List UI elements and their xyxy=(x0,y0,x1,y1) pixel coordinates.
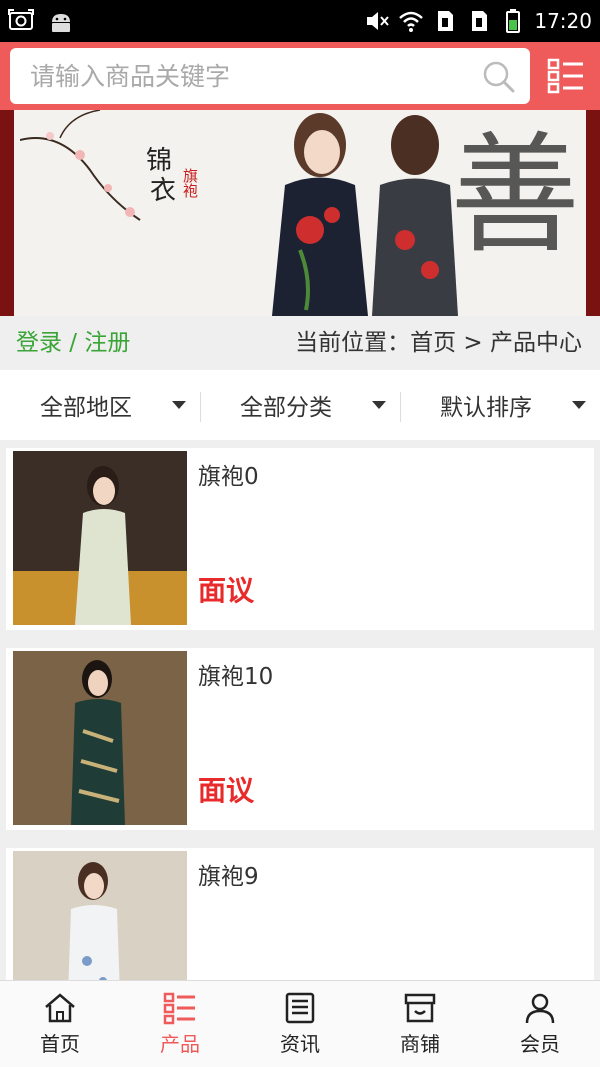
nav-shop[interactable]: 商铺 xyxy=(360,981,480,1067)
news-icon xyxy=(285,992,315,1024)
product-name: 旗袍10 xyxy=(198,664,274,690)
banner-title-2: 衣 xyxy=(150,176,177,206)
banner-red-text: 旗袍 xyxy=(181,168,199,198)
status-bar: 17:20 xyxy=(0,0,600,42)
chevron-down-icon xyxy=(572,401,586,409)
product-card[interactable]: 旗袍0 面议 xyxy=(6,448,594,630)
product-image xyxy=(13,451,187,625)
status-right: 17:20 xyxy=(364,8,592,34)
status-left xyxy=(8,8,74,34)
mute-icon xyxy=(367,12,390,30)
nav-products-label: 产品 xyxy=(160,1032,200,1056)
product-image xyxy=(13,651,187,825)
nav-home-label: 首页 xyxy=(40,1032,80,1056)
filter-region-label: 全部地区 xyxy=(40,395,132,421)
home-icon xyxy=(45,993,75,1023)
product-name: 旗袍9 xyxy=(198,864,259,890)
location-bar: 登录 / 注册 当前位置：首页 > 产品中心 xyxy=(0,316,600,370)
bottom-nav: 首页 产品 资讯 商铺 会员 xyxy=(0,980,600,1067)
nav-news-label: 资讯 xyxy=(280,1032,320,1056)
wifi-icon xyxy=(399,11,424,32)
filter-category-label: 全部分类 xyxy=(240,395,332,421)
banner-model-photo xyxy=(272,113,458,316)
banner-calligraphy: 善 xyxy=(449,119,580,271)
search-icon[interactable] xyxy=(482,60,516,94)
nav-member-label: 会员 xyxy=(520,1032,560,1056)
filter-bar: 全部地区 全部分类 默认排序 xyxy=(0,370,600,440)
filter-region[interactable]: 全部地区 xyxy=(0,370,200,440)
filter-sort-label: 默认排序 xyxy=(440,395,532,421)
nav-member[interactable]: 会员 xyxy=(480,981,600,1067)
nav-shop-label: 商铺 xyxy=(400,1032,440,1056)
product-price: 面议 xyxy=(198,774,255,807)
nav-home[interactable]: 首页 xyxy=(0,981,120,1067)
product-price: 面议 xyxy=(198,574,255,607)
login-register-link[interactable]: 登录 / 注册 xyxy=(16,328,130,358)
screenshot-icon xyxy=(8,9,34,30)
product-card[interactable]: 旗袍10 面议 xyxy=(6,648,594,830)
category-menu-icon[interactable] xyxy=(546,56,586,96)
chevron-down-icon xyxy=(372,401,386,409)
product-name: 旗袍0 xyxy=(198,464,259,490)
shop-icon xyxy=(404,993,436,1023)
sim1-icon xyxy=(438,11,454,31)
chevron-down-icon xyxy=(172,401,186,409)
product-list-icon xyxy=(163,992,195,1025)
promo-banner[interactable]: 锦 衣 旗袍 善 xyxy=(0,110,600,316)
breadcrumb: 当前位置：首页 > 产品中心 xyxy=(295,330,582,356)
search-input[interactable]: 请输入商品关键字 xyxy=(10,48,530,104)
filter-category[interactable]: 全部分类 xyxy=(200,370,400,440)
app-header: 请输入商品关键字 xyxy=(0,42,600,110)
plum-branch-illustration xyxy=(20,110,141,221)
search-placeholder: 请输入商品关键字 xyxy=(30,62,231,91)
status-time: 17:20 xyxy=(534,9,592,33)
sim2-icon xyxy=(472,11,488,31)
filter-sort[interactable]: 默认排序 xyxy=(400,370,600,440)
nav-products[interactable]: 产品 xyxy=(120,981,240,1067)
member-icon xyxy=(525,993,555,1024)
android-icon xyxy=(52,14,70,32)
battery-icon xyxy=(506,9,521,33)
nav-news[interactable]: 资讯 xyxy=(240,981,360,1067)
